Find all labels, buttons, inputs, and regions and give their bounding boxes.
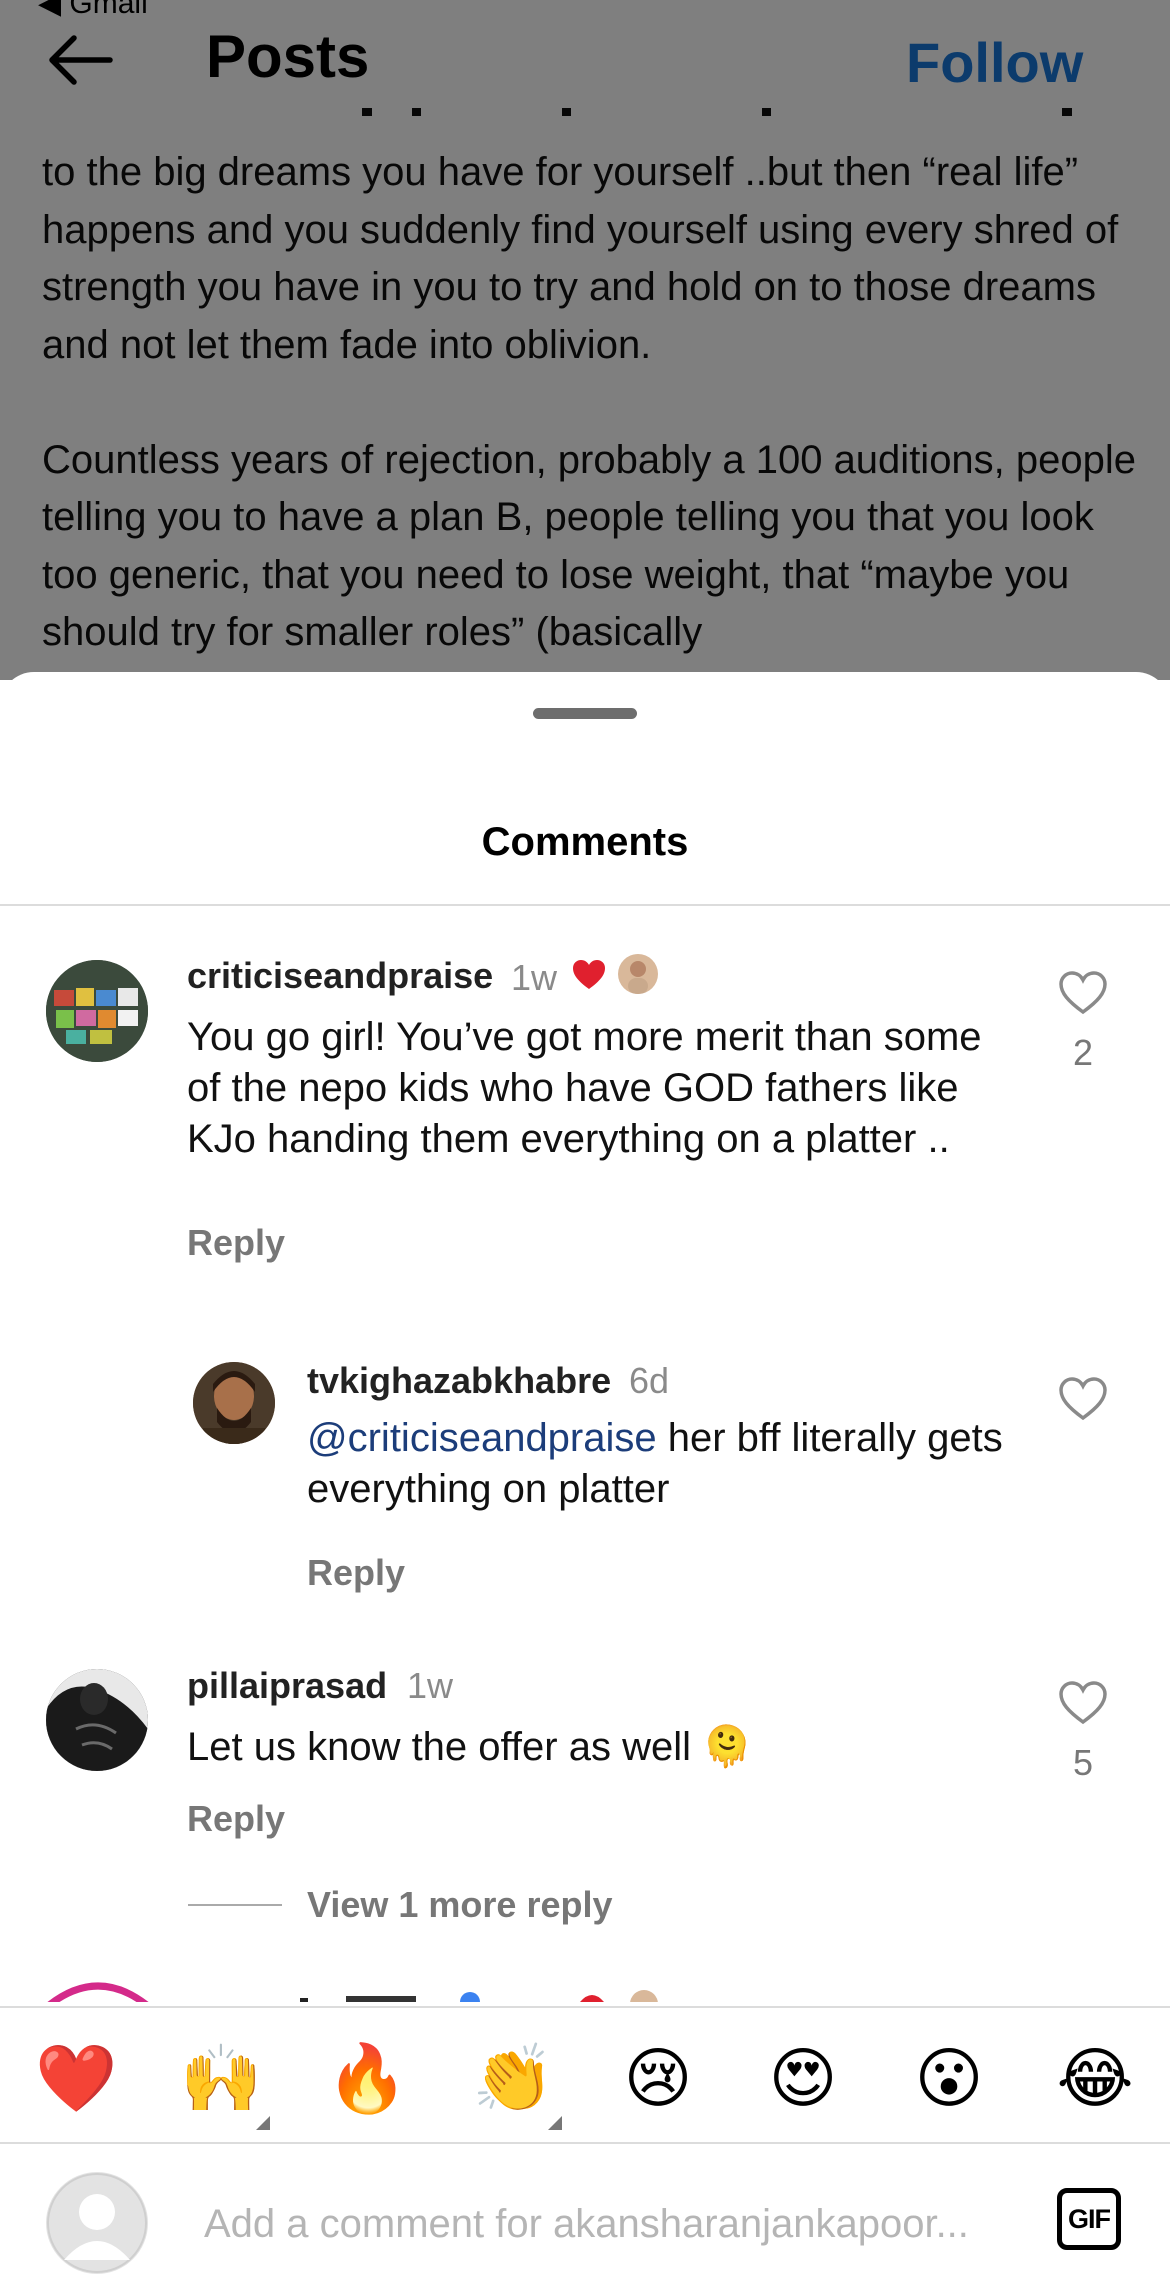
default-avatar-icon — [47, 2173, 147, 2273]
skin-tone-caret-icon — [548, 2116, 562, 2130]
fire-emoji-button[interactable]: 🔥 — [326, 2038, 408, 2118]
like-heart-icon[interactable] — [1058, 1376, 1108, 1422]
clapping-emoji-button[interactable]: 👏 — [472, 2038, 554, 2118]
avatar[interactable] — [46, 1669, 148, 1771]
sheet-drag-handle[interactable] — [533, 708, 637, 719]
heart-eyes-emoji-button[interactable]: 😍 — [763, 2038, 843, 2118]
reply-button[interactable]: Reply — [187, 1222, 285, 1264]
comment-username[interactable]: tvkighazabkhabre — [307, 1360, 611, 1402]
comment-time: 6d — [629, 1360, 670, 1401]
comment-time: 1w — [511, 957, 558, 998]
like-count: 2 — [1072, 1032, 1094, 1073]
comment-username[interactable]: pillaiprasad — [187, 1665, 387, 1707]
divider — [0, 904, 1170, 906]
red-heart-emoji-button[interactable]: ❤️ — [35, 2038, 117, 2118]
comments-sheet: Comments criticiseandpraise 1w You go gi… — [0, 672, 1170, 2281]
quick-reaction-bar: ❤️ 🙌 🔥 👏 😢 😍 😮 😂 — [0, 2006, 1170, 2144]
creator-liked-heart-icon — [573, 960, 605, 989]
crying-emoji-button[interactable]: 😢 — [618, 2038, 698, 2118]
comment-input[interactable] — [204, 2194, 1014, 2254]
surprised-emoji-button[interactable]: 😮 — [909, 2038, 989, 2118]
reply-button[interactable]: Reply — [307, 1552, 405, 1594]
post-background: ◀ Gmail Posts Follow to the big dreams y… — [0, 0, 1170, 680]
comment-username[interactable]: criticiseandpraise — [187, 955, 493, 997]
comment-time: 1w — [407, 1665, 454, 1706]
reply-button[interactable]: Reply — [187, 1798, 285, 1840]
gif-button[interactable]: GIF — [1057, 2188, 1121, 2250]
raising-hands-emoji-button[interactable]: 🙌 — [180, 2038, 262, 2118]
laughing-emoji-button[interactable]: 😂 — [1055, 2038, 1135, 2118]
creator-avatar — [618, 954, 658, 994]
comment-text: @criticiseandpraise her bff literally ge… — [307, 1413, 1007, 1515]
like-heart-icon[interactable] — [1058, 970, 1108, 1016]
view-replies-line — [188, 1904, 282, 1906]
comment-text: Let us know the offer as well 🫠 — [187, 1725, 752, 1769]
view-more-replies-button[interactable]: View 1 more reply — [307, 1884, 613, 1926]
sheet-title: Comments — [481, 820, 689, 864]
like-count: 5 — [1072, 1742, 1094, 1783]
user-avatar-placeholder — [46, 2172, 148, 2274]
cut-off-comment — [0, 1972, 1170, 2002]
comment-text: You go girl! You’ve got more merit than … — [187, 1015, 982, 1161]
skin-tone-caret-icon — [256, 2116, 270, 2130]
sheet-backdrop[interactable] — [0, 0, 1170, 680]
like-heart-icon[interactable] — [1058, 1680, 1108, 1726]
mention-link[interactable]: @criticiseandpraise — [307, 1416, 657, 1460]
avatar[interactable] — [46, 960, 148, 1062]
avatar[interactable] — [193, 1362, 275, 1444]
